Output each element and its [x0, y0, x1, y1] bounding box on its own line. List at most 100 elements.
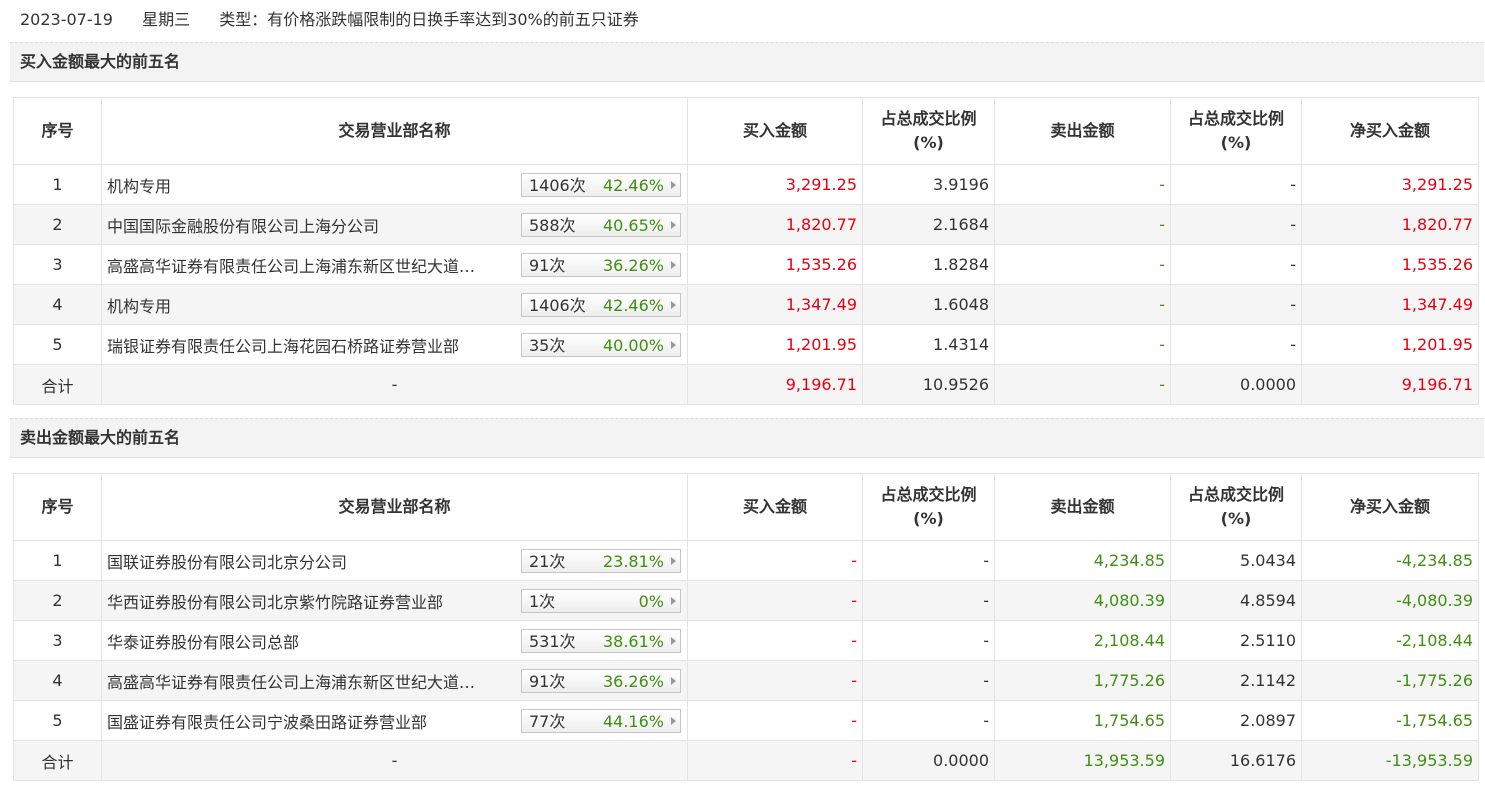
broker-name[interactable]: 国盛证券有限责任公司宁波桑田路证券营业部 — [107, 709, 427, 733]
sell-amount: 2,108.44 — [994, 620, 1171, 661]
trade-weekday: 星期三 — [142, 10, 191, 29]
broker-stats-button[interactable]: 91次 36.26% — [521, 253, 681, 277]
total-sell-amount: 13,953.59 — [994, 740, 1171, 781]
table-row: 3 华泰证券股份有限公司总部 531次 38.61% - - 2,108.44 2… — [13, 620, 1479, 661]
broker-rate: 42.46% — [602, 296, 664, 315]
broker-cell: 国盛证券有限责任公司宁波桑田路证券营业部 77次 44.16% — [101, 700, 688, 741]
buy-section-header: 买入金额最大的前五名 — [10, 42, 1484, 82]
broker-name[interactable]: 华泰证券股份有限公司总部 — [107, 629, 299, 653]
table-header-row: 序号 交易营业部名称 买入金额 占总成交比例 (%) 卖出金额 占总成交比例 (%)… — [13, 97, 1479, 165]
broker-stats-button[interactable]: 531次 38.61% — [521, 629, 681, 653]
sell-ratio: - — [1170, 164, 1302, 205]
table-row: 4 高盛高华证券有限责任公司上海浦东新区世纪大道… 91次 36.26% - - … — [13, 660, 1479, 701]
sell-ratio: 5.0434 — [1170, 540, 1302, 581]
sell-ratio: 2.1142 — [1170, 660, 1302, 701]
broker-stats-button[interactable]: 1次 0% — [521, 589, 681, 613]
broker-stats-button[interactable]: 588次 40.65% — [521, 213, 681, 237]
net-amount: 1,201.95 — [1301, 324, 1479, 365]
page-header: 2023-07-19 星期三 类型：有价格涨跌幅限制的日换手率达到30%的前五只… — [20, 0, 663, 40]
buy-amount: 1,535.26 — [687, 244, 863, 285]
col-buy-pct: 占总成交比例 (%) — [862, 97, 995, 165]
broker-stats-button[interactable]: 1406次 42.46% — [521, 173, 681, 197]
col-seq: 序号 — [13, 473, 102, 541]
col-sell-pct: 占总成交比例 (%) — [1170, 97, 1302, 165]
col-buy: 买入金额 — [687, 473, 863, 541]
broker-name[interactable]: 瑞银证券有限责任公司上海花园石桥路证券营业部 — [107, 333, 459, 357]
broker-name[interactable]: 华西证券股份有限公司北京紫竹院路证券营业部 — [107, 589, 443, 613]
total-buy-amount: 9,196.71 — [687, 364, 863, 405]
sell-table: 序号 交易营业部名称 买入金额 占总成交比例 (%) 卖出金额 占总成交比例 (%)… — [13, 473, 1479, 781]
broker-cell: 高盛高华证券有限责任公司上海浦东新区世纪大道… 91次 36.26% — [101, 244, 688, 285]
sell-amount: - — [994, 204, 1171, 245]
total-sell-ratio: 0.0000 — [1170, 364, 1302, 405]
row-seq: 2 — [13, 580, 102, 621]
table-row: 2 中国国际金融股份有限公司上海分公司 588次 40.65% 1,820.77 … — [13, 204, 1479, 245]
broker-cell: 中国国际金融股份有限公司上海分公司 588次 40.65% — [101, 204, 688, 245]
total-buy-ratio: 0.0000 — [862, 740, 995, 781]
broker-count: 588次 — [529, 216, 576, 235]
sell-section-header: 卖出金额最大的前五名 — [10, 418, 1484, 458]
arrow-right-icon — [671, 261, 676, 269]
net-amount: -2,108.44 — [1301, 620, 1479, 661]
buy-amount: 1,347.49 — [687, 284, 863, 325]
row-seq: 1 — [13, 540, 102, 581]
broker-cell: 华西证券股份有限公司北京紫竹院路证券营业部 1次 0% — [101, 580, 688, 621]
sell-ratio: 2.0897 — [1170, 700, 1302, 741]
trade-date: 2023-07-19 — [20, 10, 113, 29]
broker-stats-button[interactable]: 21次 23.81% — [521, 549, 681, 573]
broker-name[interactable]: 中国国际金融股份有限公司上海分公司 — [107, 213, 379, 237]
row-seq: 2 — [13, 204, 102, 245]
broker-stats-button[interactable]: 91次 36.26% — [521, 669, 681, 693]
net-amount: -1,754.65 — [1301, 700, 1479, 741]
broker-name[interactable]: 国联证券股份有限公司北京分公司 — [107, 549, 347, 573]
col-seq: 序号 — [13, 97, 102, 165]
col-net: 净买入金额 — [1301, 473, 1479, 541]
buy-ratio: - — [862, 700, 995, 741]
broker-rate: 36.26% — [602, 672, 664, 691]
list-type: 类型：有价格涨跌幅限制的日换手率达到30%的前五只证券 — [219, 10, 639, 29]
broker-name[interactable]: 高盛高华证券有限责任公司上海浦东新区世纪大道… — [107, 669, 475, 693]
row-seq: 4 — [13, 660, 102, 701]
total-net-amount: 9,196.71 — [1301, 364, 1479, 405]
sell-amount: - — [994, 324, 1171, 365]
broker-name[interactable]: 高盛高华证券有限责任公司上海浦东新区世纪大道… — [107, 253, 475, 277]
broker-stats-button[interactable]: 77次 44.16% — [521, 709, 681, 733]
buy-amount: 1,820.77 — [687, 204, 863, 245]
sell-amount: 1,775.26 — [994, 660, 1171, 701]
broker-rate: 44.16% — [602, 712, 664, 731]
broker-name[interactable]: 机构专用 — [107, 173, 171, 197]
col-name: 交易营业部名称 — [101, 97, 688, 165]
total-row: 合计 - 9,196.71 10.9526 - 0.0000 9,196.71 — [13, 364, 1479, 405]
broker-count: 531次 — [529, 632, 576, 651]
broker-count: 21次 — [529, 552, 566, 571]
arrow-right-icon — [671, 301, 676, 309]
row-seq: 5 — [13, 700, 102, 741]
buy-ratio: 1.6048 — [862, 284, 995, 325]
arrow-right-icon — [671, 597, 676, 605]
table-row: 5 瑞银证券有限责任公司上海花园石桥路证券营业部 35次 40.00% 1,201… — [13, 324, 1479, 365]
broker-stats-button[interactable]: 35次 40.00% — [521, 333, 681, 357]
row-seq: 1 — [13, 164, 102, 205]
broker-stats-button[interactable]: 1406次 42.46% — [521, 293, 681, 317]
broker-rate: 38.61% — [602, 632, 664, 651]
table-row: 1 国联证券股份有限公司北京分公司 21次 23.81% - - 4,234.85… — [13, 540, 1479, 581]
net-amount: 1,535.26 — [1301, 244, 1479, 285]
total-name: - — [101, 364, 688, 405]
buy-table: 序号 交易营业部名称 买入金额 占总成交比例 (%) 卖出金额 占总成交比例 (%)… — [13, 97, 1479, 405]
sell-ratio: 4.8594 — [1170, 580, 1302, 621]
broker-name[interactable]: 机构专用 — [107, 293, 171, 317]
col-sell: 卖出金额 — [994, 473, 1171, 541]
broker-rate: 40.65% — [602, 216, 664, 235]
total-sell-ratio: 16.6176 — [1170, 740, 1302, 781]
col-sell: 卖出金额 — [994, 97, 1171, 165]
arrow-right-icon — [671, 181, 676, 189]
buy-amount: - — [687, 620, 863, 661]
buy-ratio: 1.4314 — [862, 324, 995, 365]
broker-count: 91次 — [529, 672, 566, 691]
arrow-right-icon — [671, 557, 676, 565]
table-row: 3 高盛高华证券有限责任公司上海浦东新区世纪大道… 91次 36.26% 1,53… — [13, 244, 1479, 285]
sell-amount: - — [994, 244, 1171, 285]
broker-rate: 0% — [638, 592, 664, 611]
buy-amount: - — [687, 580, 863, 621]
sell-ratio: - — [1170, 284, 1302, 325]
